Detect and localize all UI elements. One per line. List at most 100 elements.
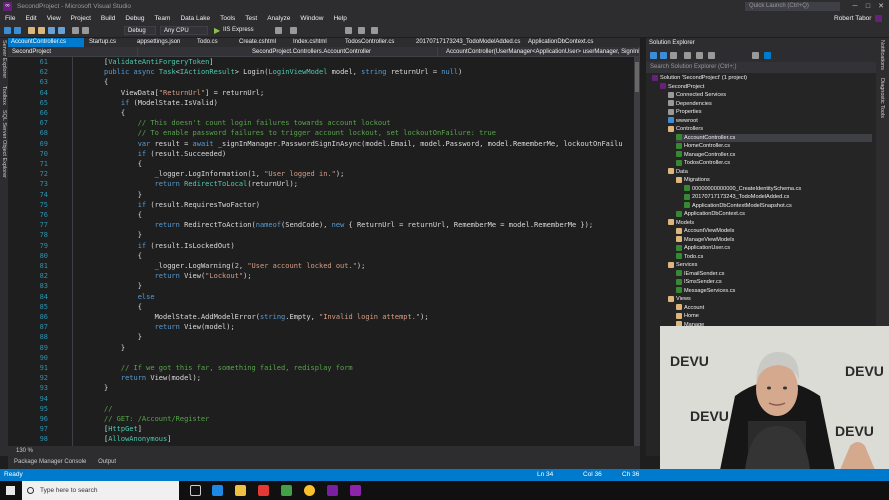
code-text[interactable]: { <box>104 159 142 169</box>
code-text[interactable]: return RedirectToLocal(returnUrl); <box>104 179 298 189</box>
code-editor[interactable]: 61 [ValidateAntiForgeryToken] 62 public asy… <box>8 57 640 446</box>
tree-item[interactable]: wwwroot <box>668 117 872 125</box>
menu-item-project[interactable]: Project <box>66 13 96 24</box>
code-text[interactable]: if (result.Succeeded) <box>104 149 227 159</box>
editor-scroll-thumb[interactable] <box>635 62 639 92</box>
code-line[interactable]: 66 { <box>8 108 640 118</box>
user-avatar-icon[interactable] <box>875 15 882 22</box>
member-dropdown[interactable]: AccountController(UserManager<Applicatio… <box>442 47 640 57</box>
platform-dropdown[interactable]: Any CPU <box>160 26 208 35</box>
properties-icon[interactable] <box>752 52 759 59</box>
tab-appsettings-json[interactable]: appsettings.json <box>134 38 192 47</box>
code-line[interactable]: 68 // To enable password failures to tri… <box>8 128 640 138</box>
tree-item[interactable]: ApplicationDbContextModelSnapshot.cs <box>684 202 872 210</box>
tree-item[interactable]: ManageController.cs <box>676 151 872 159</box>
tree-item[interactable]: AccountController.cs <box>676 133 872 142</box>
tree-item[interactable]: ISmsSender.cs <box>676 278 872 286</box>
code-line[interactable]: 69 var result = await _signInManager.Pas… <box>8 139 640 149</box>
app-icon[interactable] <box>281 485 292 496</box>
server-explorer-tab[interactable]: Server Explorer <box>1 40 7 78</box>
visual-studio-taskbar-icon[interactable] <box>327 485 338 496</box>
zoom-level[interactable]: 130 % <box>16 448 33 454</box>
tab-package-manager-console[interactable]: Package Manager Console <box>14 459 86 465</box>
back-icon[interactable] <box>4 27 11 34</box>
bookmark-icon[interactable] <box>345 27 352 34</box>
code-line[interactable]: 65 if (ModelState.IsValid) <box>8 98 640 108</box>
menu-item-data-lake[interactable]: Data Lake <box>175 13 215 24</box>
menu-item-build[interactable]: Build <box>96 13 120 24</box>
menu-item-help[interactable]: Help <box>328 13 351 24</box>
tree-item[interactable]: Solution 'SecondProject' (1 project) <box>652 74 872 82</box>
tree-item[interactable]: Migrations <box>676 176 872 184</box>
code-line[interactable]: 95 // <box>8 404 640 414</box>
code-line[interactable]: 98 [AllowAnonymous] <box>8 434 640 444</box>
redo-icon[interactable] <box>82 27 89 34</box>
app-icon[interactable] <box>258 485 269 496</box>
code-line[interactable]: 62 public async Task<IActionResult> Login… <box>8 67 640 77</box>
code-line[interactable]: 84 else <box>8 292 640 302</box>
code-line[interactable]: 96 // GET: /Account/Register <box>8 414 640 424</box>
code-text[interactable]: // GET: /Account/Register <box>104 414 209 424</box>
tree-item[interactable]: 20170717173243_TodoModelAdded.cs <box>684 193 872 201</box>
class-dropdown[interactable]: SecondProject.Controllers.AccountControl… <box>248 47 438 57</box>
user-name[interactable]: Robert Tabor <box>834 13 871 24</box>
project-dropdown[interactable]: SecondProject <box>8 47 138 57</box>
code-text[interactable]: return RedirectToAction(nameof(SendCode)… <box>104 220 593 230</box>
code-line[interactable]: 87 return View(model); <box>8 322 640 332</box>
maximize-button[interactable]: □ <box>861 0 875 13</box>
editor-scrollbar[interactable] <box>634 57 640 446</box>
tree-item[interactable]: MessageServices.cs <box>676 287 872 295</box>
save-icon[interactable] <box>48 27 55 34</box>
code-text[interactable]: { <box>104 77 108 87</box>
code-text[interactable]: [ValidateAntiForgeryToken] <box>104 57 214 67</box>
code-line[interactable]: 81 _logger.LogWarning(2, "User account l… <box>8 261 640 271</box>
code-line[interactable]: 78 } <box>8 230 640 240</box>
sql-server-object-explorer-tab[interactable]: SQL Server Object Explorer <box>1 110 7 178</box>
notifications-tab[interactable]: Notifications <box>879 40 885 70</box>
code-line[interactable]: 91 // If we got this far, something fail… <box>8 363 640 373</box>
menu-item-file[interactable]: File <box>0 13 20 24</box>
quick-launch-input[interactable]: Quick Launch (Ctrl+Q) <box>745 2 840 11</box>
tab-index-cshtml[interactable]: Index.cshtml <box>290 38 340 47</box>
code-text[interactable]: var result = await _signInManager.Passwo… <box>104 139 623 149</box>
tree-item[interactable]: Models <box>668 219 872 227</box>
code-text[interactable]: { <box>104 108 125 118</box>
code-line[interactable]: 74 } <box>8 190 640 200</box>
tree-item[interactable]: SecondProject <box>660 83 872 91</box>
tree-item[interactable]: ManageViewModels <box>676 236 872 244</box>
code-line[interactable]: 88 } <box>8 332 640 342</box>
menu-item-view[interactable]: View <box>42 13 66 24</box>
code-line[interactable]: 93} <box>8 383 640 393</box>
run-target-button[interactable]: IIS Express <box>223 24 254 37</box>
edge-icon[interactable] <box>212 485 223 496</box>
tree-item[interactable]: Data <box>668 168 872 176</box>
menu-item-team[interactable]: Team <box>150 13 176 24</box>
tree-item[interactable]: Dependencies <box>668 100 872 108</box>
code-text[interactable]: else <box>104 292 155 302</box>
code-line[interactable]: 82 return View("Lockout"); <box>8 271 640 281</box>
code-text[interactable]: } <box>104 343 125 353</box>
code-line[interactable]: 86 ModelState.AddModelError(string.Empty… <box>8 312 640 322</box>
code-line[interactable]: 94 <box>8 394 640 404</box>
code-text[interactable]: { <box>104 210 142 220</box>
code-text[interactable]: if (ModelState.IsValid) <box>104 98 218 108</box>
tree-item[interactable]: Services <box>668 261 872 269</box>
new-project-icon[interactable] <box>28 27 35 34</box>
tree-item[interactable]: HomeController.cs <box>676 142 872 150</box>
app-icon[interactable] <box>350 485 361 496</box>
diagnostic-tools-tab[interactable]: Diagnostic Tools <box>879 78 885 118</box>
tab-output[interactable]: Output <box>98 459 116 465</box>
bookmark-prev-icon[interactable] <box>358 27 365 34</box>
menu-item-edit[interactable]: Edit <box>20 13 41 24</box>
code-text[interactable]: ViewData["ReturnUrl"] = returnUrl; <box>104 88 264 98</box>
tree-item[interactable]: AccountViewModels <box>676 227 872 235</box>
code-text[interactable]: { <box>104 251 142 261</box>
minimize-button[interactable]: ─ <box>848 0 862 13</box>
configuration-dropdown[interactable]: Debug <box>124 26 156 35</box>
bookmark-next-icon[interactable] <box>371 27 378 34</box>
menu-item-window[interactable]: Window <box>295 13 328 24</box>
toolbox-tab[interactable]: Toolbox <box>1 86 7 105</box>
code-text[interactable]: } <box>104 230 142 240</box>
code-line[interactable]: 75 if (result.RequiresTwoFactor) <box>8 200 640 210</box>
code-line[interactable]: 77 return RedirectToAction(nameof(SendCo… <box>8 220 640 230</box>
